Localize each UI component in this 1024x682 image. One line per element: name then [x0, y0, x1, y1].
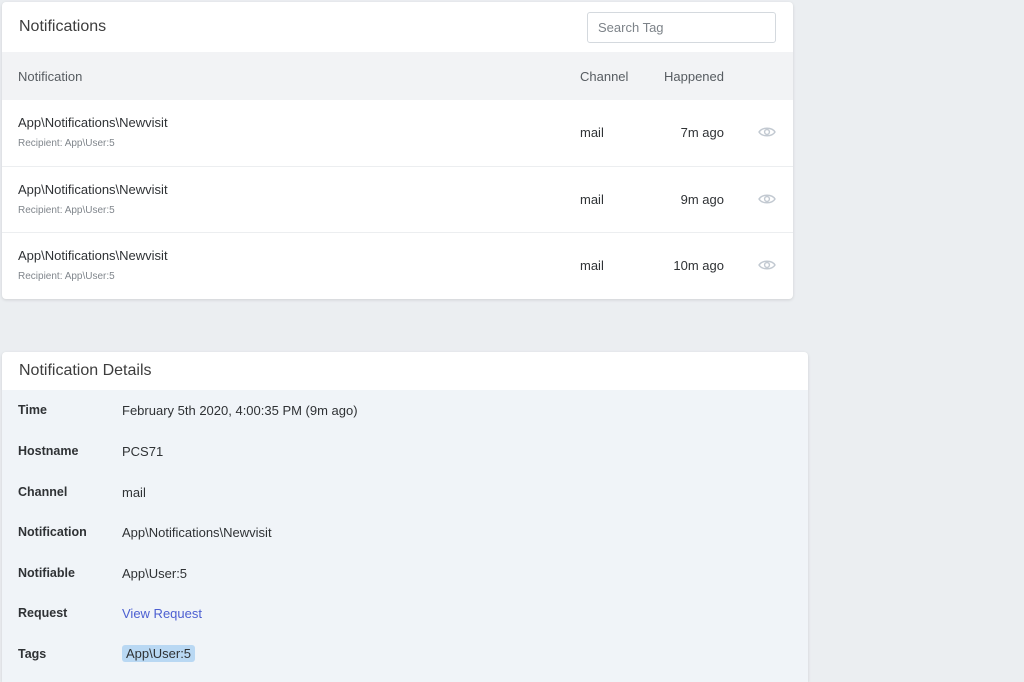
- details-body: Time February 5th 2020, 4:00:35 PM (9m a…: [2, 390, 808, 682]
- detail-row-hostname: Hostname PCS71: [2, 444, 808, 464]
- column-header-notification: Notification: [18, 69, 83, 84]
- tag-badge[interactable]: App\User:5: [122, 645, 196, 662]
- detail-label-hostname: Hostname: [18, 444, 79, 458]
- column-header-happened: Happened: [664, 69, 724, 84]
- column-header-channel: Channel: [580, 69, 629, 84]
- notification-class: App\Notifications\Newvisit: [18, 182, 168, 197]
- detail-row-channel: Channel mail: [2, 485, 808, 505]
- eye-icon[interactable]: [758, 125, 776, 139]
- eye-icon[interactable]: [758, 192, 776, 206]
- table-row[interactable]: App\Notifications\Newvisit Recipient: Ap…: [2, 100, 793, 166]
- page-title: Notifications: [19, 18, 107, 35]
- notification-channel: mail: [580, 258, 604, 273]
- details-header: Notification Details: [2, 352, 808, 390]
- notification-class: App\Notifications\Newvisit: [18, 115, 168, 130]
- view-request-link[interactable]: View Request: [122, 606, 202, 621]
- detail-value-notifiable: App\User:5: [122, 566, 188, 581]
- notifications-header: Notifications: [2, 2, 793, 52]
- detail-label-notification: Notification: [18, 525, 87, 539]
- tags-container: App\User:5: [122, 645, 196, 664]
- notifications-table-body: App\Notifications\Newvisit Recipient: Ap…: [2, 100, 793, 298]
- notification-details-card: Notification Details Time February 5th 2…: [2, 352, 808, 682]
- detail-row-notifiable: Notifiable App\User:5: [2, 566, 808, 586]
- eye-icon[interactable]: [758, 258, 776, 272]
- detail-value-notification: App\Notifications\Newvisit: [122, 525, 272, 540]
- search-tag-input[interactable]: [587, 11, 776, 43]
- detail-row-request: Request View Request: [2, 606, 808, 626]
- notification-class: App\Notifications\Newvisit: [18, 248, 168, 263]
- notification-recipient: Recipient: App\User:5: [18, 205, 115, 216]
- notification-channel: mail: [580, 125, 604, 140]
- notification-happened: 9m ago: [680, 192, 724, 207]
- detail-value-time: February 5th 2020, 4:00:35 PM (9m ago): [122, 403, 358, 418]
- detail-label-tags: Tags: [18, 647, 47, 661]
- detail-label-channel: Channel: [18, 485, 68, 499]
- detail-label-request: Request: [18, 606, 68, 620]
- notification-channel: mail: [580, 192, 604, 207]
- detail-value-hostname: PCS71: [122, 444, 164, 459]
- detail-row-notification: Notification App\Notifications\Newvisit: [2, 525, 808, 545]
- table-row[interactable]: App\Notifications\Newvisit Recipient: Ap…: [2, 232, 793, 298]
- table-header: Notification Channel Happened: [2, 52, 793, 100]
- table-row[interactable]: App\Notifications\Newvisit Recipient: Ap…: [2, 166, 793, 232]
- notification-happened: 10m ago: [673, 258, 724, 273]
- detail-value-channel: mail: [122, 485, 146, 500]
- detail-label-time: Time: [18, 403, 47, 417]
- notifications-card: Notifications Notification Channel Happe…: [2, 2, 793, 299]
- detail-row-tags: Tags App\User:5: [2, 645, 808, 667]
- notification-happened: 7m ago: [680, 125, 724, 140]
- details-title: Notification Details: [19, 362, 152, 379]
- detail-label-notifiable: Notifiable: [18, 566, 75, 580]
- notification-recipient: Recipient: App\User:5: [18, 138, 115, 149]
- detail-row-time: Time February 5th 2020, 4:00:35 PM (9m a…: [2, 403, 808, 423]
- notification-recipient: Recipient: App\User:5: [18, 271, 115, 282]
